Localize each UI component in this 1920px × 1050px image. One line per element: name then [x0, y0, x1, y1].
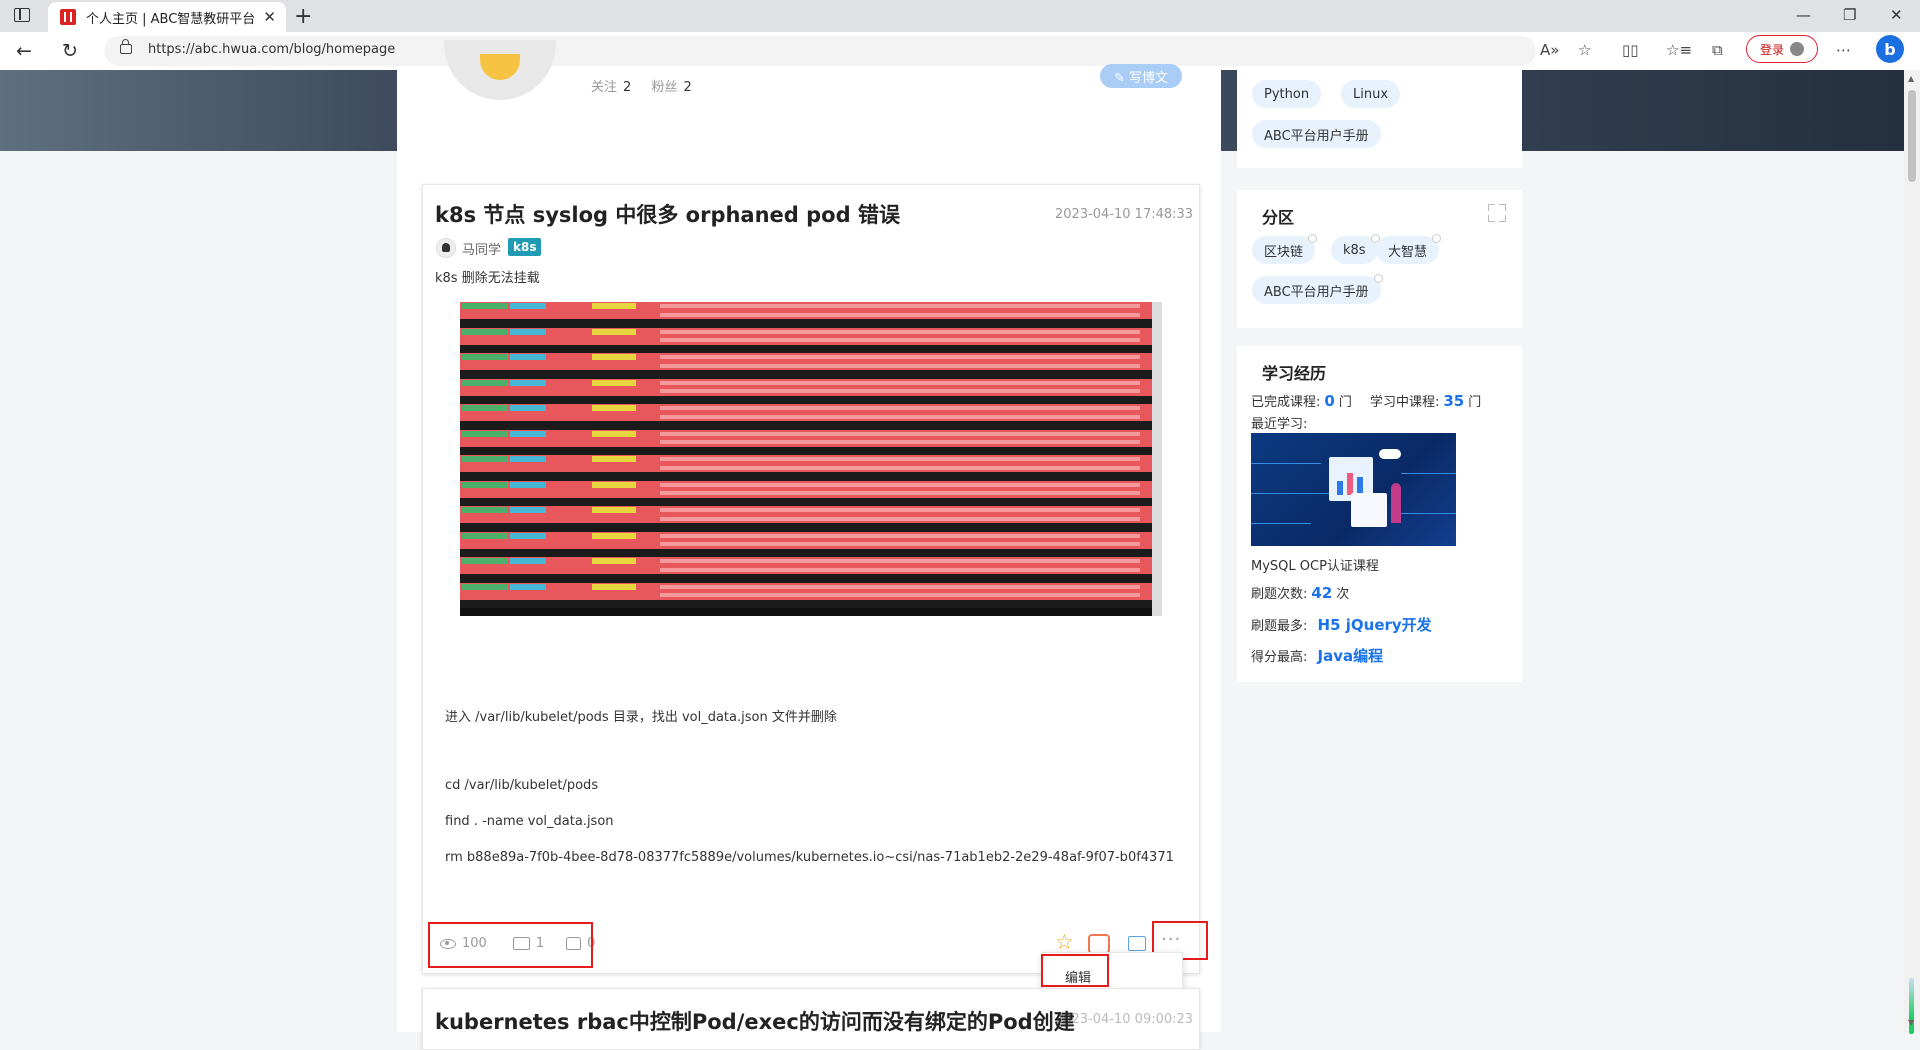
- settings-more-icon[interactable]: ⋯: [1836, 41, 1851, 59]
- post-date: 2023-04-10 17:48:33: [1055, 207, 1194, 222]
- most-value-link[interactable]: H5 jQuery开发: [1318, 616, 1432, 634]
- site-favicon-icon: [60, 9, 76, 25]
- add-favorite-icon[interactable]: ☆: [1578, 41, 1591, 59]
- reload-button[interactable]: ↻: [62, 40, 78, 62]
- login-label: 登录: [1759, 42, 1784, 57]
- post-tag[interactable]: k8s: [508, 238, 542, 256]
- fans-label: 粉丝: [651, 80, 678, 95]
- scrollbar-thumb[interactable]: [1908, 90, 1916, 182]
- author-avatar[interactable]: [436, 238, 456, 258]
- post-paragraph: find . -name vol_data.json: [445, 814, 614, 829]
- drill-row: 刷题次数: 42 次: [1251, 583, 1349, 602]
- drill-unit: 次: [1336, 587, 1350, 602]
- section-chip-label: 大智慧: [1388, 244, 1428, 260]
- most-label: 刷题最多:: [1251, 619, 1308, 634]
- follow-count: 2: [623, 80, 632, 95]
- favorite-star-icon[interactable]: ☆: [1055, 930, 1074, 954]
- section-chip[interactable]: k8s: [1331, 234, 1380, 264]
- post-author[interactable]: 马同学: [462, 239, 501, 258]
- section-chip[interactable]: 区块链: [1252, 234, 1318, 264]
- study-heading: 学习经历: [1262, 364, 1327, 383]
- browser-tab[interactable]: 个人主页 | ABC智慧教研平台 ✕: [48, 2, 286, 32]
- comment-button-icon[interactable]: [1128, 936, 1146, 951]
- post-paragraph: cd /var/lib/kubelet/pods: [445, 778, 599, 793]
- profile-avatar-icon: [1790, 42, 1804, 56]
- terminal-screenshot-image: [460, 302, 1162, 616]
- page-scrollbar[interactable]: ▲ ▼: [1904, 70, 1920, 1034]
- read-aloud-icon[interactable]: A»: [1540, 41, 1559, 59]
- post-paragraph: 进入 /var/lib/kubelet/pods 目录，找出 vol_data.…: [445, 710, 837, 725]
- new-tab-button[interactable]: +: [294, 4, 312, 29]
- like-button-icon[interactable]: [1088, 934, 1110, 954]
- split-screen-icon[interactable]: ▯▯: [1622, 41, 1639, 59]
- tag-chip[interactable]: Linux: [1341, 80, 1401, 108]
- collections-icon[interactable]: ⧉: [1712, 41, 1723, 59]
- scroll-down-icon[interactable]: ▼: [1908, 1018, 1914, 1027]
- completed-count[interactable]: 0: [1324, 392, 1334, 410]
- best-label: 得分最高:: [1251, 650, 1308, 665]
- post-date: 2023-04-10 09:00:23: [1055, 1012, 1194, 1027]
- url-text: https://abc.hwua.com/blog/homepage: [148, 42, 396, 57]
- browser-tab-bar: 个人主页 | ABC智慧教研平台 ✕ + — ❐ ✕: [0, 0, 1920, 32]
- post-excerpt: k8s 删除无法挂载: [435, 271, 540, 286]
- bing-copilot-icon[interactable]: b: [1876, 35, 1904, 63]
- section-chip-label: 区块链: [1264, 244, 1304, 260]
- highlight-box-edit: [1041, 954, 1109, 987]
- course-name[interactable]: MySQL OCP认证课程: [1251, 555, 1379, 574]
- unit-label: 门: [1338, 395, 1352, 410]
- follow-label: 关注: [591, 80, 618, 95]
- most-row: 刷题最多: H5 jQuery开发: [1251, 614, 1432, 635]
- drill-count: 42: [1311, 584, 1333, 602]
- url-field[interactable]: https://abc.hwua.com/blog/homepage: [104, 36, 1536, 66]
- best-value-link[interactable]: Java编程: [1318, 647, 1384, 665]
- post-paragraph: rm b88e89a-7f0b-4bee-8d78-08377fc5889e/v…: [445, 850, 1174, 865]
- learning-label: 学习中课程:: [1369, 395, 1440, 410]
- tag-chip[interactable]: Python: [1252, 80, 1322, 108]
- tab-title: 个人主页 | ABC智慧教研平台: [86, 11, 256, 27]
- recent-label: 最近学习:: [1251, 417, 1308, 432]
- tab-actions-icon[interactable]: [14, 8, 30, 22]
- study-stats-row: 已完成课程: 0 门 学习中课程: 35 门: [1251, 391, 1481, 410]
- fans-count: 2: [683, 80, 692, 95]
- highlight-box-stats: [428, 922, 593, 968]
- best-row: 得分最高: Java编程: [1251, 645, 1383, 666]
- section-chip[interactable]: ABC平台用户手册: [1252, 274, 1383, 304]
- section-chip-label: k8s: [1343, 242, 1366, 258]
- section-chip-label: ABC平台用户手册: [1264, 284, 1369, 300]
- favorites-icon[interactable]: ☆≡: [1666, 41, 1692, 59]
- follow-stats: 关注 2 粉丝 2: [591, 76, 692, 95]
- tab-close-icon[interactable]: ✕: [263, 8, 276, 26]
- tag-chip[interactable]: ABC平台用户手册: [1252, 120, 1381, 148]
- post-title[interactable]: k8s 节点 syslog 中很多 orphaned pod 错误: [435, 199, 900, 229]
- login-button[interactable]: 登录: [1746, 35, 1818, 63]
- course-thumbnail-image[interactable]: [1251, 433, 1456, 546]
- expand-icon[interactable]: [1488, 204, 1506, 222]
- lock-icon: [120, 39, 132, 54]
- address-bar: ← ↻ https://abc.hwua.com/blog/homepage A…: [0, 32, 1920, 71]
- learning-count[interactable]: 35: [1443, 392, 1464, 410]
- unit-label: 门: [1468, 395, 1482, 410]
- completed-label: 已完成课程:: [1251, 395, 1321, 410]
- section-heading: 分区: [1262, 208, 1295, 227]
- maximize-button[interactable]: ❐: [1843, 6, 1856, 24]
- back-button[interactable]: ←: [16, 40, 32, 62]
- write-post-button[interactable]: ✎ 写博文: [1100, 64, 1182, 88]
- close-window-button[interactable]: ✕: [1890, 6, 1903, 24]
- section-chip[interactable]: 大智慧: [1376, 234, 1442, 264]
- minimize-button[interactable]: —: [1796, 6, 1811, 24]
- drill-label: 刷题次数:: [1251, 587, 1308, 602]
- scroll-up-icon[interactable]: ▲: [1908, 74, 1914, 83]
